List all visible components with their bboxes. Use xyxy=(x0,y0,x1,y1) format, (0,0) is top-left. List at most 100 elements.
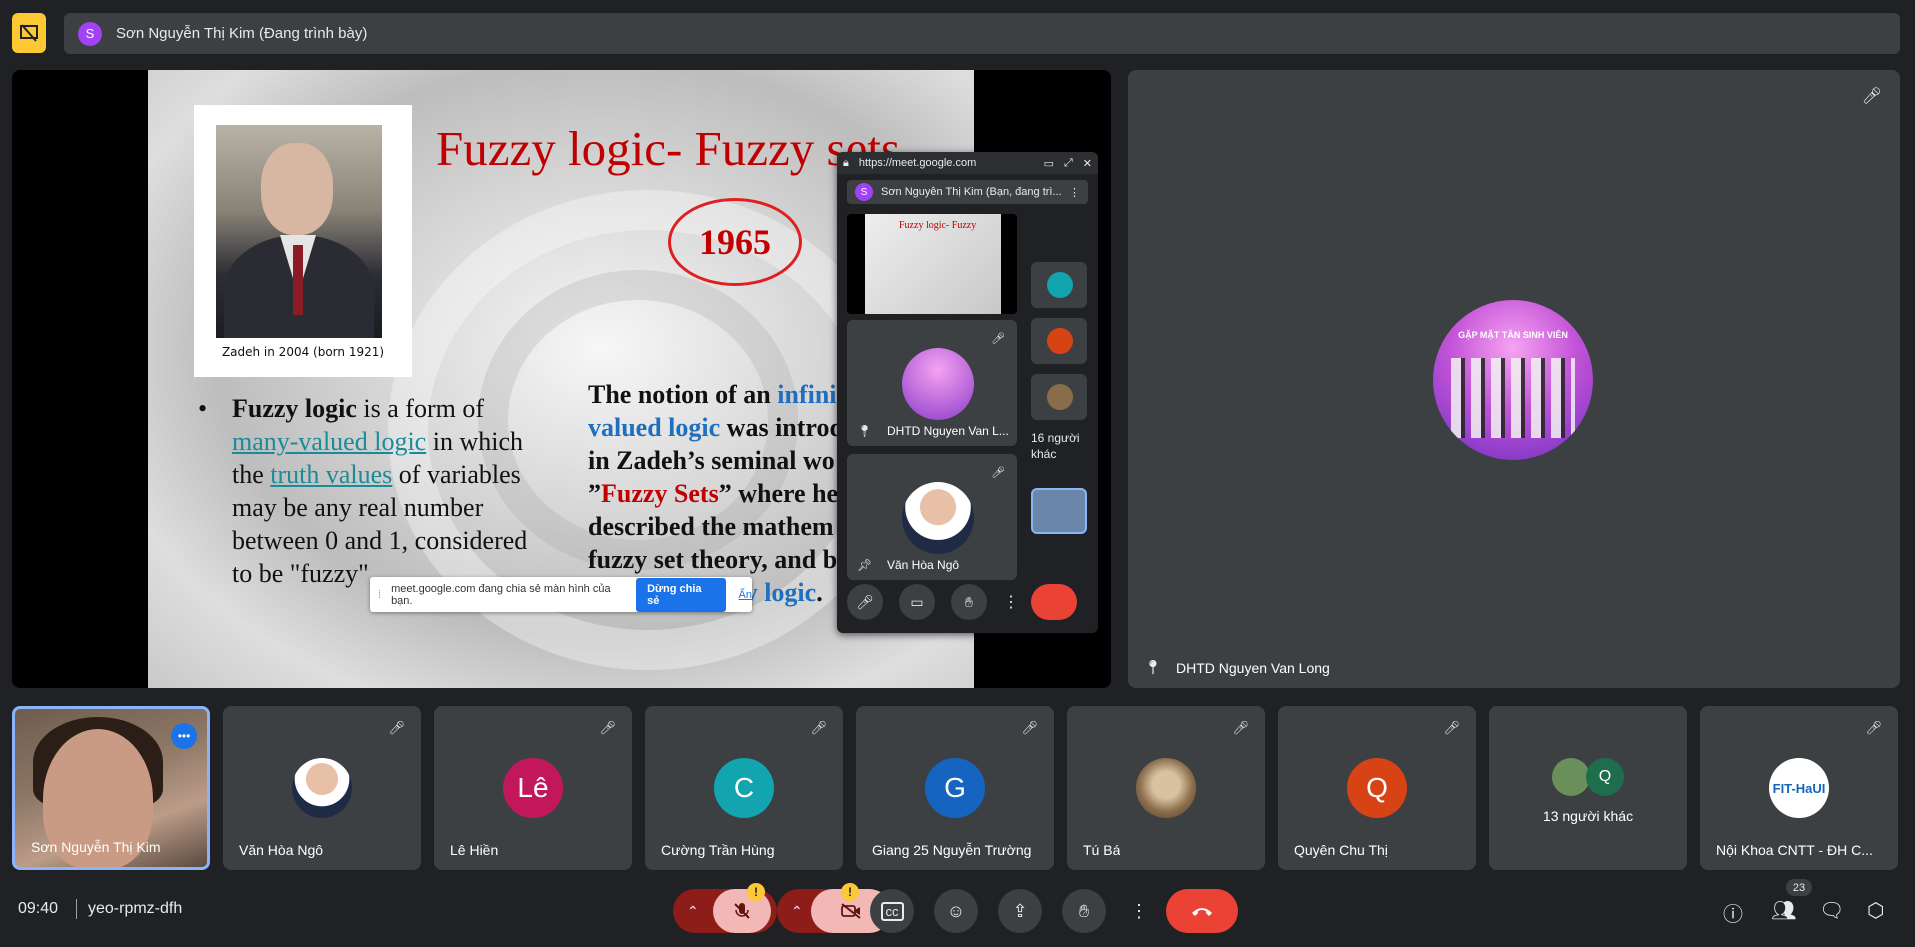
avatar xyxy=(902,482,974,554)
participant-name: Giang 25 Nguyễn Trường xyxy=(872,842,1032,858)
many-valued-logic-link: many-valued logic xyxy=(232,427,427,456)
camera-icon[interactable]: ▭ xyxy=(1044,157,1054,170)
mic-off-icon: 🎤︎ xyxy=(1021,720,1038,735)
pip-raise-hand-button[interactable]: ✋︎ xyxy=(951,584,987,620)
notion-text: described the mathem xyxy=(588,512,834,541)
camera-off-icon xyxy=(841,903,861,919)
avatar: G xyxy=(925,758,985,818)
pip-participant-tile[interactable]: 🎤︎ 📌︎ Văn Hòa Ngô xyxy=(847,454,1017,580)
participant-tile[interactable]: 🎤︎ C Cường Trần Hùng xyxy=(645,706,843,870)
more-participants-tile[interactable]: Q 13 người khác xyxy=(1489,706,1687,870)
end-call-button[interactable] xyxy=(1166,889,1238,933)
more-vert-icon[interactable]: ⋮ xyxy=(1069,186,1080,199)
mic-off-icon: 🎤︎ xyxy=(599,720,616,735)
slide-title: Fuzzy logic- Fuzzy sets xyxy=(436,121,901,176)
pip-presentation-thumbnail[interactable]: Fuzzy logic- Fuzzy xyxy=(847,214,1017,314)
more-vert-icon: ⋮ xyxy=(1130,900,1148,921)
participant-name: Văn Hòa Ngô xyxy=(887,558,960,572)
notion-text: ” where he xyxy=(718,479,839,508)
mic-off-icon: 🎤︎ xyxy=(1865,720,1882,735)
pip-side-tile[interactable] xyxy=(1031,318,1087,364)
avatar xyxy=(292,758,352,818)
pip-more-participants[interactable]: 16 người khác xyxy=(1031,430,1091,462)
participant-name: DHTD Nguyen Van Long xyxy=(1176,660,1330,676)
participant-tile[interactable]: 🎤︎ Lê Lê Hiền xyxy=(434,706,632,870)
chevron-up-icon[interactable]: ⌃ xyxy=(687,903,699,920)
stop-sharing-button[interactable]: Dừng chia sẻ xyxy=(636,577,726,612)
mic-off-icon: 🎤︎ xyxy=(991,467,1005,479)
participant-name: Sơn Nguyễn Thị Kim xyxy=(31,839,161,855)
stop-presenting-icon[interactable] xyxy=(12,13,46,53)
info-icon[interactable]: ⓘ xyxy=(1723,898,1743,927)
reactions-button[interactable]: ☺ xyxy=(934,889,978,933)
pip-end-call-button[interactable] xyxy=(1031,584,1077,620)
pip-presenter-bar: S Sơn Nguyễn Thị Kim (Bạn, đang trì... ⋮ xyxy=(847,180,1088,204)
present-button[interactable]: ⇪ xyxy=(998,889,1042,933)
chevron-up-icon[interactable]: ⌃ xyxy=(791,903,803,920)
chat-icon[interactable]: 🗨︎ xyxy=(1819,898,1844,923)
pip-side-tile[interactable] xyxy=(1031,374,1087,420)
hang-up-icon xyxy=(1192,908,1212,916)
activities-icon[interactable]: ⬡ xyxy=(1867,898,1884,923)
notion-text: fuzzy set theory, and b xyxy=(588,545,838,574)
self-tile[interactable]: ••• Sơn Nguyễn Thị Kim xyxy=(12,706,210,870)
pip-mic-button[interactable]: 🎤︎ xyxy=(847,584,883,620)
participant-name: Nội Khoa CNTT - ĐH C... xyxy=(1716,842,1873,858)
pin-icon: 📍︎ xyxy=(857,424,873,438)
participant-tile[interactable]: 🎤︎ Tú Bá xyxy=(1067,706,1265,870)
pin-icon: 📍︎ xyxy=(1144,659,1162,675)
pip-self-tile[interactable] xyxy=(1031,488,1087,534)
participant-name: Văn Hòa Ngô xyxy=(239,842,324,858)
captions-button[interactable]: cc xyxy=(870,889,914,933)
screen-share-bar: ⁞ meet.google.com đang chia sẻ màn hình … xyxy=(370,577,752,612)
notion-highlight: Fuzzy Sets xyxy=(601,479,719,508)
photo-caption: Zadeh in 2004 (born 1921) xyxy=(221,345,385,359)
more-participants-label: 13 người khác xyxy=(1542,808,1634,824)
meeting-code: yeo-rpmz-dfh xyxy=(88,900,183,917)
pip-controls: 🎤︎ ▭ ✋︎ ⋮ xyxy=(847,584,1077,620)
close-icon[interactable]: ✕ xyxy=(1083,157,1092,170)
closed-captions-icon: cc xyxy=(880,901,904,921)
more-options-button[interactable]: ⋮ xyxy=(1126,889,1152,933)
expand-icon[interactable]: ⤢ xyxy=(1064,157,1073,170)
pip-side-tile[interactable] xyxy=(1031,262,1087,308)
clock: 09:40 xyxy=(18,900,59,917)
avatar: Q xyxy=(1347,758,1407,818)
mic-off-icon: 🎤︎ xyxy=(991,333,1005,345)
avatar xyxy=(1552,758,1590,796)
mic-off-icon: 🎤︎ xyxy=(1861,88,1882,105)
present-screen-icon: ⇪ xyxy=(1012,900,1028,921)
raise-hand-button[interactable]: ✋︎ xyxy=(1062,889,1106,933)
mic-off-icon: 🎤︎ xyxy=(810,720,827,735)
hide-button[interactable]: Ẩn xyxy=(739,589,752,601)
notion-text: . xyxy=(816,578,823,607)
notion-paragraph: The notion of an infini valued logic was… xyxy=(588,378,878,609)
avatar: C xyxy=(714,758,774,818)
participant-tile[interactable]: 🎤︎ G Giang 25 Nguyễn Trường xyxy=(856,706,1054,870)
notion-highlight: valued logic xyxy=(588,413,721,442)
pip-url: https://meet.google.com xyxy=(858,157,977,169)
presenter-avatar: S xyxy=(78,21,102,46)
pip-more-icon[interactable]: ⋮ xyxy=(1003,592,1019,612)
presenting-text: Sơn Nguyễn Thị Kim (Đang trình bày) xyxy=(116,25,368,42)
year-label: 1965 xyxy=(699,222,771,262)
pip-camera-button[interactable]: ▭ xyxy=(899,584,935,620)
mic-off-icon xyxy=(734,903,750,919)
pip-participant-tile[interactable]: 🎤︎ 📍︎ DHTD Nguyen Van L... xyxy=(847,320,1017,446)
more-options-icon[interactable]: ••• xyxy=(171,723,197,749)
people-icon[interactable]: 👥︎ xyxy=(1771,898,1796,923)
participant-name: Quyên Chu Thị xyxy=(1294,842,1388,858)
divider xyxy=(76,899,77,919)
participant-tile[interactable]: 🎤︎ FIT-HaUI Nội Khoa CNTT - ĐH C... xyxy=(1700,706,1898,870)
hand-icon: ✋︎ xyxy=(1078,900,1090,921)
avatar xyxy=(1136,758,1196,818)
participant-count-badge: 23 xyxy=(1786,879,1812,896)
participant-tile[interactable]: 🎤︎ Văn Hòa Ngô xyxy=(223,706,421,870)
participant-tile[interactable]: 🎤︎ Q Quyên Chu Thị xyxy=(1278,706,1476,870)
lock-icon: 🔒︎ xyxy=(843,156,849,169)
drag-handle-icon[interactable]: ⁞ xyxy=(378,589,381,601)
participant-name: DHTD Nguyen Van L... xyxy=(887,424,1009,438)
notion-text: was introd xyxy=(720,413,844,442)
participant-main-tile[interactable]: 🎤︎ GẶP MẶT TÂN SINH VIÊN 📍︎ DHTD Nguyen … xyxy=(1128,70,1900,688)
bullet-paragraph: • Fuzzy logic is a form of many-valued l… xyxy=(198,394,528,588)
